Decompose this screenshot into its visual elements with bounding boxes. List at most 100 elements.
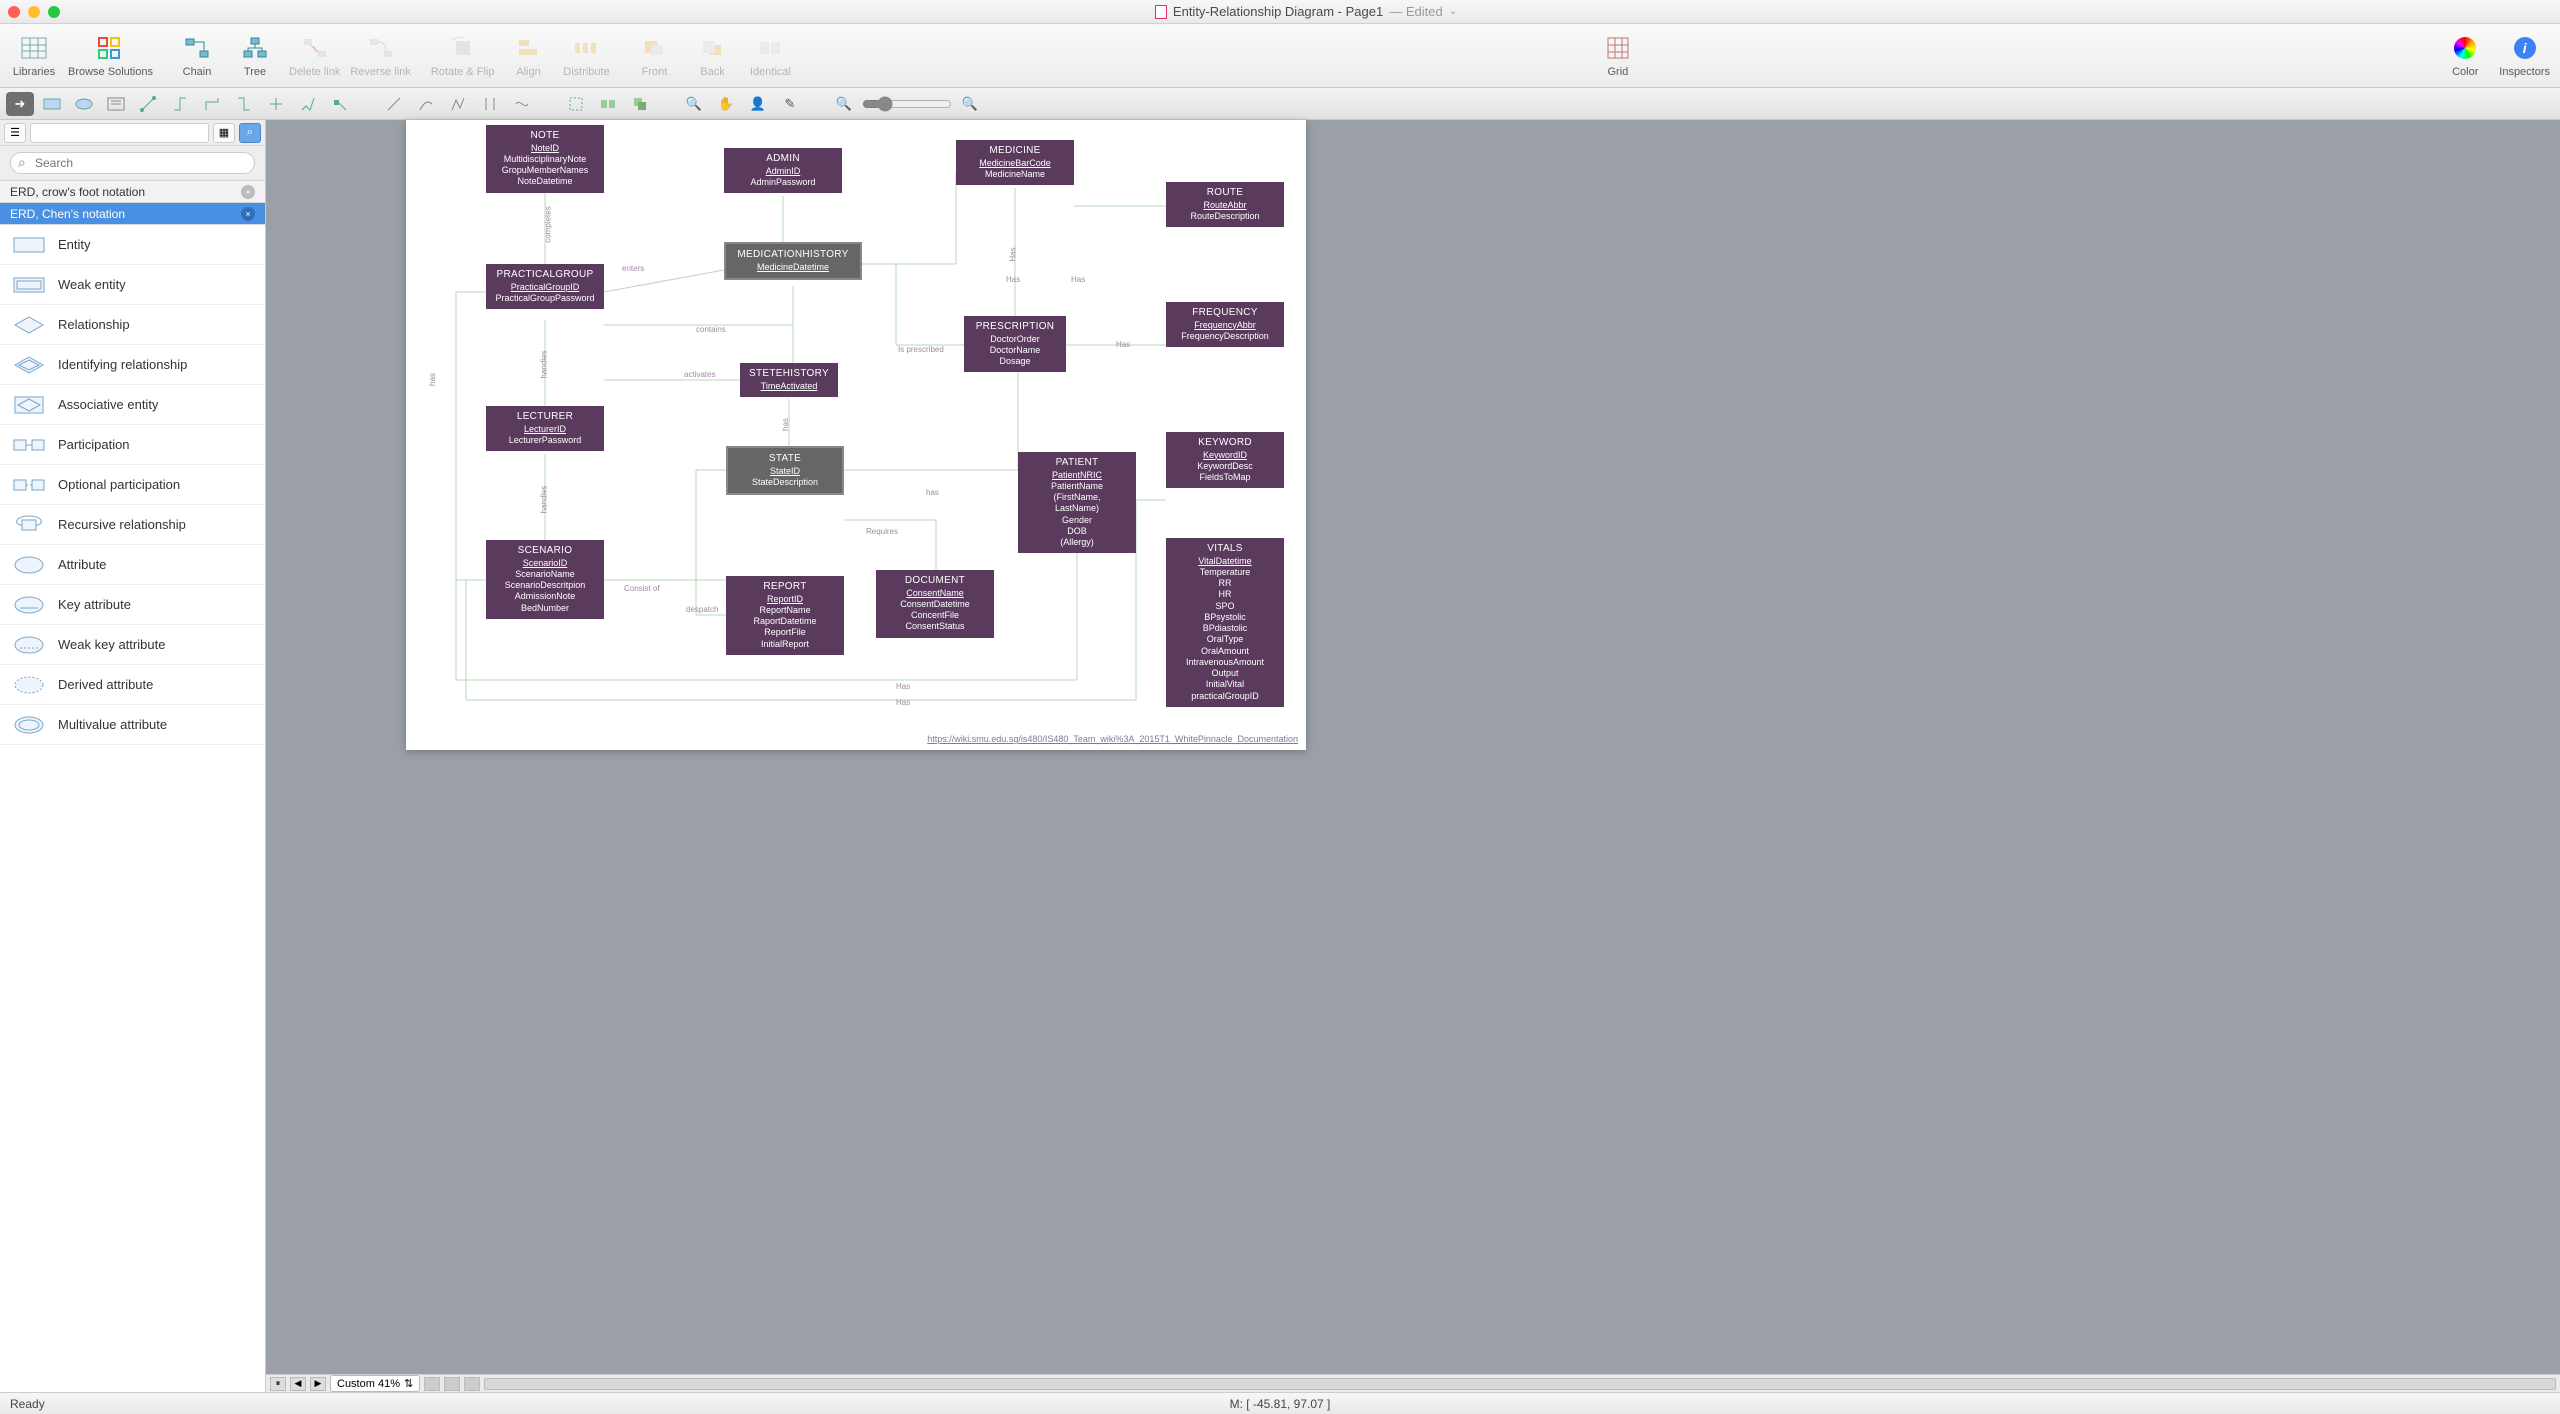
shape-item[interactable]: Weak key attribute [0, 625, 265, 665]
entity-lecturer[interactable]: LECTURERLecturerIDLecturerPassword [486, 406, 604, 451]
group-tool-1[interactable] [562, 92, 590, 116]
list-view-icon[interactable]: ☰ [4, 123, 26, 143]
shape-label: Identifying relationship [58, 357, 187, 372]
close-icon[interactable]: × [241, 185, 255, 199]
shape-icon [12, 272, 46, 298]
grid-view-icon[interactable]: ▦ [213, 123, 235, 143]
line-tool-1[interactable] [380, 92, 408, 116]
titlebar: Entity-Relationship Diagram - Page1 — Ed… [0, 0, 2560, 24]
page-tab-2[interactable] [444, 1377, 460, 1391]
shape-item[interactable]: Relationship [0, 305, 265, 345]
pencil-tool[interactable]: ✎ [776, 92, 804, 116]
connector-1[interactable] [134, 92, 162, 116]
canvas-area[interactable]: https://wiki.smu.edu.sg/is480/IS480_Team… [266, 120, 2560, 1392]
shape-label: Attribute [58, 557, 106, 572]
page-tab-3[interactable] [464, 1377, 480, 1391]
zoom-tool[interactable]: 🔍 [680, 92, 708, 116]
connector-7[interactable] [326, 92, 354, 116]
shape-item[interactable]: Identifying relationship [0, 345, 265, 385]
search-toggle-icon[interactable]: ⌕ [239, 123, 261, 143]
zoom-in-button[interactable]: 🔍 [956, 92, 984, 116]
entity-frequency[interactable]: FREQUENCYFrequencyAbbrFrequencyDescripti… [1166, 302, 1284, 347]
line-tool-4[interactable] [476, 92, 504, 116]
filter-input[interactable] [30, 123, 209, 143]
group-tool-3[interactable] [626, 92, 654, 116]
relation-label: handles [540, 350, 549, 378]
front-button: Front [630, 34, 678, 78]
libraries-button[interactable]: Libraries [10, 34, 58, 78]
tree-button[interactable]: Tree [231, 34, 279, 78]
entity-note[interactable]: NOTENoteIDMultidisciplinaryNoteGropuMemb… [486, 125, 604, 193]
maximize-icon[interactable] [48, 6, 60, 18]
entity-statehist[interactable]: STETEHISTORYTimeActivated [740, 363, 838, 397]
ellipse-tool[interactable] [70, 92, 98, 116]
shape-item[interactable]: Multivalue attribute [0, 705, 265, 745]
group-tool-2[interactable] [594, 92, 622, 116]
color-button[interactable]: Color [2441, 34, 2489, 78]
chain-button[interactable]: Chain [173, 34, 221, 78]
grid-button[interactable]: Grid [1594, 34, 1642, 78]
zoom-slider[interactable] [862, 96, 952, 112]
connector-5[interactable] [262, 92, 290, 116]
category-crowsfoot[interactable]: ERD, crow's foot notation× [0, 181, 265, 203]
shape-label: Recursive relationship [58, 517, 186, 532]
relation-label: contains [696, 325, 726, 334]
connector-4[interactable] [230, 92, 258, 116]
line-tool-5[interactable] [508, 92, 536, 116]
entity-report[interactable]: REPORTReportIDReportNameRaportDatetimeRe… [726, 576, 844, 655]
entity-state[interactable]: STATEStateIDStateDescription [726, 446, 844, 495]
category-chen[interactable]: ERD, Chen's notation× [0, 203, 265, 225]
shape-item[interactable]: Entity [0, 225, 265, 265]
close-icon[interactable] [8, 6, 20, 18]
close-icon[interactable]: × [241, 207, 255, 221]
shape-item[interactable]: Participation [0, 425, 265, 465]
shape-item[interactable]: Recursive relationship [0, 505, 265, 545]
entity-keyword[interactable]: KEYWORDKeywordIDKeywordDescFieldsToMap [1166, 432, 1284, 488]
shape-item[interactable]: Key attribute [0, 585, 265, 625]
line-tool-3[interactable] [444, 92, 472, 116]
entity-scenario[interactable]: SCENARIOScenarioIDScenarioNameScenarioDe… [486, 540, 604, 619]
entity-document[interactable]: DOCUMENTConsentNameConsentDatetimeConcen… [876, 570, 994, 638]
pan-tool[interactable]: ✋ [712, 92, 740, 116]
shape-item[interactable]: Optional participation [0, 465, 265, 505]
minimize-icon[interactable] [28, 6, 40, 18]
rect-tool[interactable] [38, 92, 66, 116]
relation-label: enters [622, 264, 644, 273]
entity-medicine[interactable]: MEDICINEMedicineBarCodeMedicineName [956, 140, 1074, 185]
connector-3[interactable] [198, 92, 226, 116]
chevron-down-icon[interactable]: ⌄ [1449, 6, 1457, 17]
page-next[interactable]: ▶ [310, 1377, 326, 1391]
relation-label: despatch [686, 605, 718, 614]
shape-item[interactable]: Weak entity [0, 265, 265, 305]
connector-2[interactable] [166, 92, 194, 116]
entity-vitals[interactable]: VITALSVitalDatetimeTemperatureRRHRSPOBPs… [1166, 538, 1284, 707]
h-scrollbar[interactable] [484, 1378, 2556, 1390]
relation-label: activates [684, 370, 716, 379]
page-tab-1[interactable] [424, 1377, 440, 1391]
shape-item[interactable]: Attribute [0, 545, 265, 585]
paper[interactable]: https://wiki.smu.edu.sg/is480/IS480_Team… [406, 120, 1306, 750]
entity-practical[interactable]: PRACTICALGROUPPracticalGroupIDPracticalG… [486, 264, 604, 309]
user-tool[interactable]: 👤 [744, 92, 772, 116]
connector-6[interactable] [294, 92, 322, 116]
shape-item[interactable]: Associative entity [0, 385, 265, 425]
page-stop[interactable]: ⏸ [270, 1377, 286, 1391]
relation-label: handles [540, 485, 549, 513]
zoom-out-button[interactable]: 🔍 [830, 92, 858, 116]
entity-patient[interactable]: PATIENTPatientNRICPatientName(FirstName,… [1018, 452, 1136, 553]
entity-route[interactable]: ROUTERouteAbbrRouteDescription [1166, 182, 1284, 227]
relation-label: Has [1071, 275, 1085, 284]
shape-item[interactable]: Derived attribute [0, 665, 265, 705]
line-tool-2[interactable] [412, 92, 440, 116]
zoom-select[interactable]: Custom 41%⇅ [330, 1375, 420, 1392]
text-tool[interactable] [102, 92, 130, 116]
entity-admin[interactable]: ADMINAdminIDAdminPassword [724, 148, 842, 193]
inspectors-button[interactable]: iInspectors [2499, 34, 2550, 78]
page-prev[interactable]: ◀ [290, 1377, 306, 1391]
browse-solutions-button[interactable]: Browse Solutions [68, 34, 153, 78]
entity-medhist[interactable]: MEDICATIONHISTORYMedicineDatetime [724, 242, 862, 280]
search-input[interactable] [10, 152, 255, 174]
select-tool[interactable]: ➜ [6, 92, 34, 116]
entity-prescription[interactable]: PRESCRIPTIONDoctorOrderDoctorNameDosage [964, 316, 1066, 372]
main-toolbar: Libraries Browse Solutions Chain Tree De… [0, 24, 2560, 88]
